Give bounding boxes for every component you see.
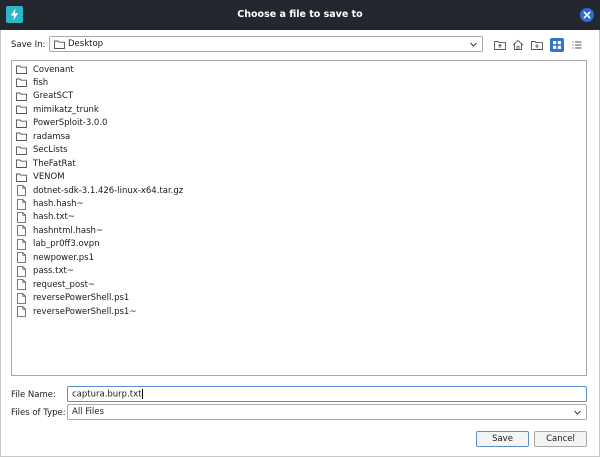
list-item-file[interactable]: pass.txt~ xyxy=(17,265,74,278)
list-item-label: TheFatRat xyxy=(33,158,76,169)
list-item-file[interactable]: lab_pr0ff3.ovpn xyxy=(17,238,100,251)
new-folder-icon xyxy=(531,41,543,50)
list-item-label: newpower.ps1 xyxy=(33,252,94,263)
home-button[interactable] xyxy=(511,38,525,52)
file-icon xyxy=(17,306,30,317)
list-item-label: fish xyxy=(33,77,49,88)
folder-icon xyxy=(16,146,30,155)
save-in-combo[interactable]: Desktop xyxy=(49,36,483,52)
close-icon[interactable] xyxy=(580,8,594,22)
list-item-file[interactable]: hash.txt~ xyxy=(17,211,75,224)
new-folder-button[interactable] xyxy=(530,38,544,52)
list-item-folder[interactable]: PowerSploit-3.0.0 xyxy=(16,117,108,130)
chevron-down-icon xyxy=(574,410,581,415)
list-item-file[interactable]: reversePowerShell.ps1 xyxy=(17,292,130,305)
files-of-type-value: All Files xyxy=(72,407,104,417)
list-item-label: VENOM xyxy=(33,172,65,183)
list-item-label: radamsa xyxy=(33,131,71,142)
folder-icon xyxy=(16,132,30,142)
list-item-file[interactable]: hashntml.hash~ xyxy=(17,224,104,237)
list-item-folder[interactable]: radamsa xyxy=(16,130,71,143)
folder-icon xyxy=(16,159,30,169)
file-name-label: File Name: xyxy=(11,390,56,400)
list-item-folder[interactable]: SecLists xyxy=(16,144,68,157)
list-item-label: SecLists xyxy=(33,145,68,156)
file-icon xyxy=(17,198,30,210)
list-item-label: GreatSCT xyxy=(33,91,74,102)
list-item-folder[interactable]: GreatSCT xyxy=(16,90,74,103)
file-icon xyxy=(17,265,30,277)
list-view-button[interactable] xyxy=(550,38,564,52)
file-icon xyxy=(17,185,30,196)
list-item-file[interactable]: hash.hash~ xyxy=(17,198,84,211)
save-in-value: Desktop xyxy=(68,39,104,49)
file-icon xyxy=(17,292,30,304)
list-item-label: dotnet-sdk-3.1.426-linux-x64.tar.gz xyxy=(33,185,184,196)
list-item-label: reversePowerShell.ps1 xyxy=(33,293,130,304)
list-item-label: PowerSploit-3.0.0 xyxy=(33,118,108,129)
list-item-file[interactable]: request_post~ xyxy=(17,278,96,291)
list-item-folder[interactable]: Covenant xyxy=(16,63,74,76)
chevron-down-icon xyxy=(470,42,477,47)
folder-icon xyxy=(16,173,30,182)
text-caret xyxy=(142,389,144,399)
title-bar: Choose a file to save to xyxy=(0,0,600,30)
file-name-value: captura.burp.txt xyxy=(72,389,142,400)
folder-icon xyxy=(16,65,30,74)
up-folder-icon xyxy=(494,41,506,50)
file-icon xyxy=(17,252,30,264)
up-folder-button[interactable] xyxy=(493,38,507,52)
details-view-icon xyxy=(572,41,582,49)
window-title: Choose a file to save to xyxy=(237,9,363,20)
list-item-label: mimikatz_trunk xyxy=(33,104,99,115)
list-item-folder[interactable]: TheFatRat xyxy=(16,157,76,170)
list-item-folder[interactable]: VENOM xyxy=(16,171,65,184)
save-in-label: Save In: xyxy=(11,40,46,50)
save-button[interactable]: Save xyxy=(476,431,529,447)
list-item-label: hash.txt~ xyxy=(33,212,75,223)
list-view-icon xyxy=(553,41,561,49)
file-icon xyxy=(17,225,30,237)
file-list[interactable]: Covenant fish GreatSCT mimikatz_trunk PowerS… xyxy=(11,60,587,376)
folder-icon xyxy=(16,119,30,128)
list-item-label: hash.hash~ xyxy=(33,199,84,209)
list-item-label: Covenant xyxy=(33,64,74,75)
file-icon xyxy=(17,212,30,223)
folder-icon xyxy=(16,105,30,115)
list-item-folder[interactable]: fish xyxy=(16,76,49,89)
list-item-folder[interactable]: mimikatz_trunk xyxy=(16,103,99,116)
folder-icon xyxy=(16,92,30,101)
file-name-input[interactable]: captura.burp.txt xyxy=(67,386,587,402)
list-item-label: hashntml.hash~ xyxy=(33,225,104,236)
cancel-button[interactable]: Cancel xyxy=(534,431,587,447)
list-item-label: pass.txt~ xyxy=(33,266,74,277)
list-item-file[interactable]: reversePowerShell.ps1~ xyxy=(17,305,137,318)
folder-icon xyxy=(16,78,30,88)
list-item-label: reversePowerShell.ps1~ xyxy=(33,306,137,317)
list-item-label: request_post~ xyxy=(33,279,96,290)
files-of-type-select[interactable]: All Files xyxy=(67,404,587,420)
folder-icon xyxy=(54,40,65,49)
list-item-label: lab_pr0ff3.ovpn xyxy=(33,239,100,250)
details-view-button[interactable] xyxy=(570,38,584,52)
list-item-file[interactable]: newpower.ps1 xyxy=(17,251,94,264)
file-icon xyxy=(17,238,30,250)
home-icon xyxy=(512,39,524,50)
files-of-type-label: Files of Type: xyxy=(11,408,66,418)
list-item-file[interactable]: dotnet-sdk-3.1.426-linux-x64.tar.gz xyxy=(17,184,184,197)
file-icon xyxy=(17,279,30,291)
